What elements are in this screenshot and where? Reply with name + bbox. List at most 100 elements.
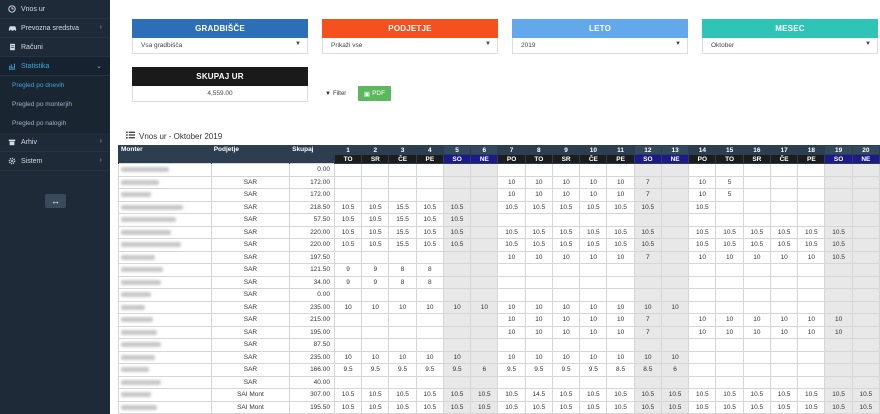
mesec-select[interactable]: Oktober ▼ <box>702 38 878 54</box>
hours-cell[interactable]: 10.5 <box>633 388 662 402</box>
hours-cell[interactable]: 9.5 <box>551 363 581 377</box>
hours-cell[interactable]: 10 <box>333 300 363 314</box>
hours-cell[interactable] <box>851 163 880 177</box>
hours-cell[interactable]: 10 <box>524 313 553 327</box>
hours-cell[interactable] <box>742 200 771 214</box>
hours-cell[interactable] <box>660 325 690 339</box>
hours-cell[interactable]: 9.5 <box>333 363 363 377</box>
hours-cell[interactable]: 10.5 <box>606 200 635 214</box>
hours-cell[interactable]: 10.5 <box>415 225 444 239</box>
hours-cell[interactable]: 10 <box>742 325 771 339</box>
hours-cell[interactable]: 10 <box>579 175 608 189</box>
hours-cell[interactable] <box>388 313 417 327</box>
hours-cell[interactable]: 10 <box>606 313 635 327</box>
hours-cell[interactable] <box>361 288 390 302</box>
hours-cell[interactable]: 10 <box>606 188 635 202</box>
hours-cell[interactable] <box>633 213 662 227</box>
hours-cell[interactable]: 14.5 <box>524 388 553 402</box>
hours-cell[interactable]: 10.5 <box>497 225 526 239</box>
hours-cell[interactable] <box>824 375 853 389</box>
hours-cell[interactable] <box>742 338 771 352</box>
hours-cell[interactable]: 10.5 <box>606 225 635 239</box>
hours-cell[interactable] <box>470 200 499 214</box>
hours-cell[interactable] <box>551 213 581 227</box>
hours-cell[interactable]: 10.5 <box>715 238 744 252</box>
hours-cell[interactable]: 10.5 <box>715 225 744 239</box>
hours-cell[interactable]: 10.5 <box>579 238 608 252</box>
hours-cell[interactable] <box>824 338 853 352</box>
sidebar-item-statistika[interactable]: Statistika ⌄ <box>0 57 110 76</box>
hours-cell[interactable]: 10.5 <box>688 400 717 414</box>
hours-cell[interactable]: 9.5 <box>361 363 390 377</box>
hours-cell[interactable] <box>797 275 826 289</box>
hours-cell[interactable]: 7 <box>633 175 662 189</box>
hours-cell[interactable]: 8 <box>415 275 444 289</box>
hours-cell[interactable] <box>715 200 744 214</box>
hours-cell[interactable] <box>415 338 444 352</box>
hours-cell[interactable] <box>442 263 472 277</box>
hours-cell[interactable] <box>388 338 417 352</box>
hours-cell[interactable] <box>361 375 390 389</box>
hours-cell[interactable] <box>470 188 499 202</box>
hours-cell[interactable] <box>497 288 526 302</box>
hours-cell[interactable] <box>551 338 581 352</box>
col-header-monter[interactable]: Monter <box>118 145 212 164</box>
hours-cell[interactable]: 7 <box>633 250 662 264</box>
hours-cell[interactable]: 8 <box>415 263 444 277</box>
hours-cell[interactable] <box>660 225 690 239</box>
hours-cell[interactable] <box>851 325 880 339</box>
hours-cell[interactable]: 10 <box>769 325 799 339</box>
hours-cell[interactable] <box>579 275 608 289</box>
hours-cell[interactable]: 10.5 <box>606 400 635 414</box>
hours-cell[interactable] <box>769 288 799 302</box>
hours-cell[interactable]: 10.5 <box>333 225 363 239</box>
hours-cell[interactable] <box>688 338 717 352</box>
hours-cell[interactable]: 10.5 <box>524 400 553 414</box>
hours-cell[interactable] <box>715 263 744 277</box>
hours-cell[interactable] <box>633 338 662 352</box>
hours-cell[interactable]: 10 <box>715 250 744 264</box>
hours-cell[interactable]: 10.5 <box>442 400 472 414</box>
hours-cell[interactable] <box>851 188 880 202</box>
hours-cell[interactable] <box>497 375 526 389</box>
hours-cell[interactable]: 10.5 <box>769 238 799 252</box>
hours-cell[interactable] <box>579 163 608 177</box>
hours-cell[interactable]: 10 <box>688 175 717 189</box>
hours-cell[interactable] <box>361 325 390 339</box>
hours-cell[interactable]: 10.5 <box>551 200 581 214</box>
hours-cell[interactable] <box>388 288 417 302</box>
hours-cell[interactable] <box>442 250 472 264</box>
hours-cell[interactable] <box>442 313 472 327</box>
hours-cell[interactable]: 10.5 <box>415 400 444 414</box>
hours-cell[interactable] <box>388 163 417 177</box>
hours-cell[interactable]: 10.5 <box>388 388 417 402</box>
hours-cell[interactable] <box>415 375 444 389</box>
hours-cell[interactable]: 10 <box>688 325 717 339</box>
hours-cell[interactable] <box>470 338 499 352</box>
hours-cell[interactable]: 10.5 <box>333 213 363 227</box>
hours-cell[interactable] <box>442 325 472 339</box>
hours-cell[interactable] <box>851 200 880 214</box>
hours-cell[interactable] <box>442 188 472 202</box>
hours-cell[interactable] <box>388 250 417 264</box>
hours-cell[interactable] <box>742 375 771 389</box>
hours-cell[interactable]: 10 <box>633 350 662 364</box>
hours-cell[interactable] <box>851 175 880 189</box>
hours-cell[interactable] <box>415 288 444 302</box>
hours-cell[interactable]: 10.5 <box>524 238 553 252</box>
hours-cell[interactable] <box>769 375 799 389</box>
hours-cell[interactable] <box>361 250 390 264</box>
hours-cell[interactable]: 10 <box>551 313 581 327</box>
hours-cell[interactable] <box>851 313 880 327</box>
hours-cell[interactable]: 10.5 <box>415 388 444 402</box>
hours-cell[interactable] <box>851 275 880 289</box>
hours-cell[interactable] <box>824 188 853 202</box>
hours-cell[interactable] <box>660 238 690 252</box>
hours-cell[interactable]: 10 <box>497 175 526 189</box>
hours-cell[interactable] <box>361 313 390 327</box>
hours-cell[interactable]: 9 <box>361 275 390 289</box>
hours-cell[interactable]: 10.5 <box>688 388 717 402</box>
hours-cell[interactable] <box>470 175 499 189</box>
filter-button[interactable]: ▼ Filter <box>322 87 349 101</box>
hours-cell[interactable]: 10.5 <box>633 400 662 414</box>
